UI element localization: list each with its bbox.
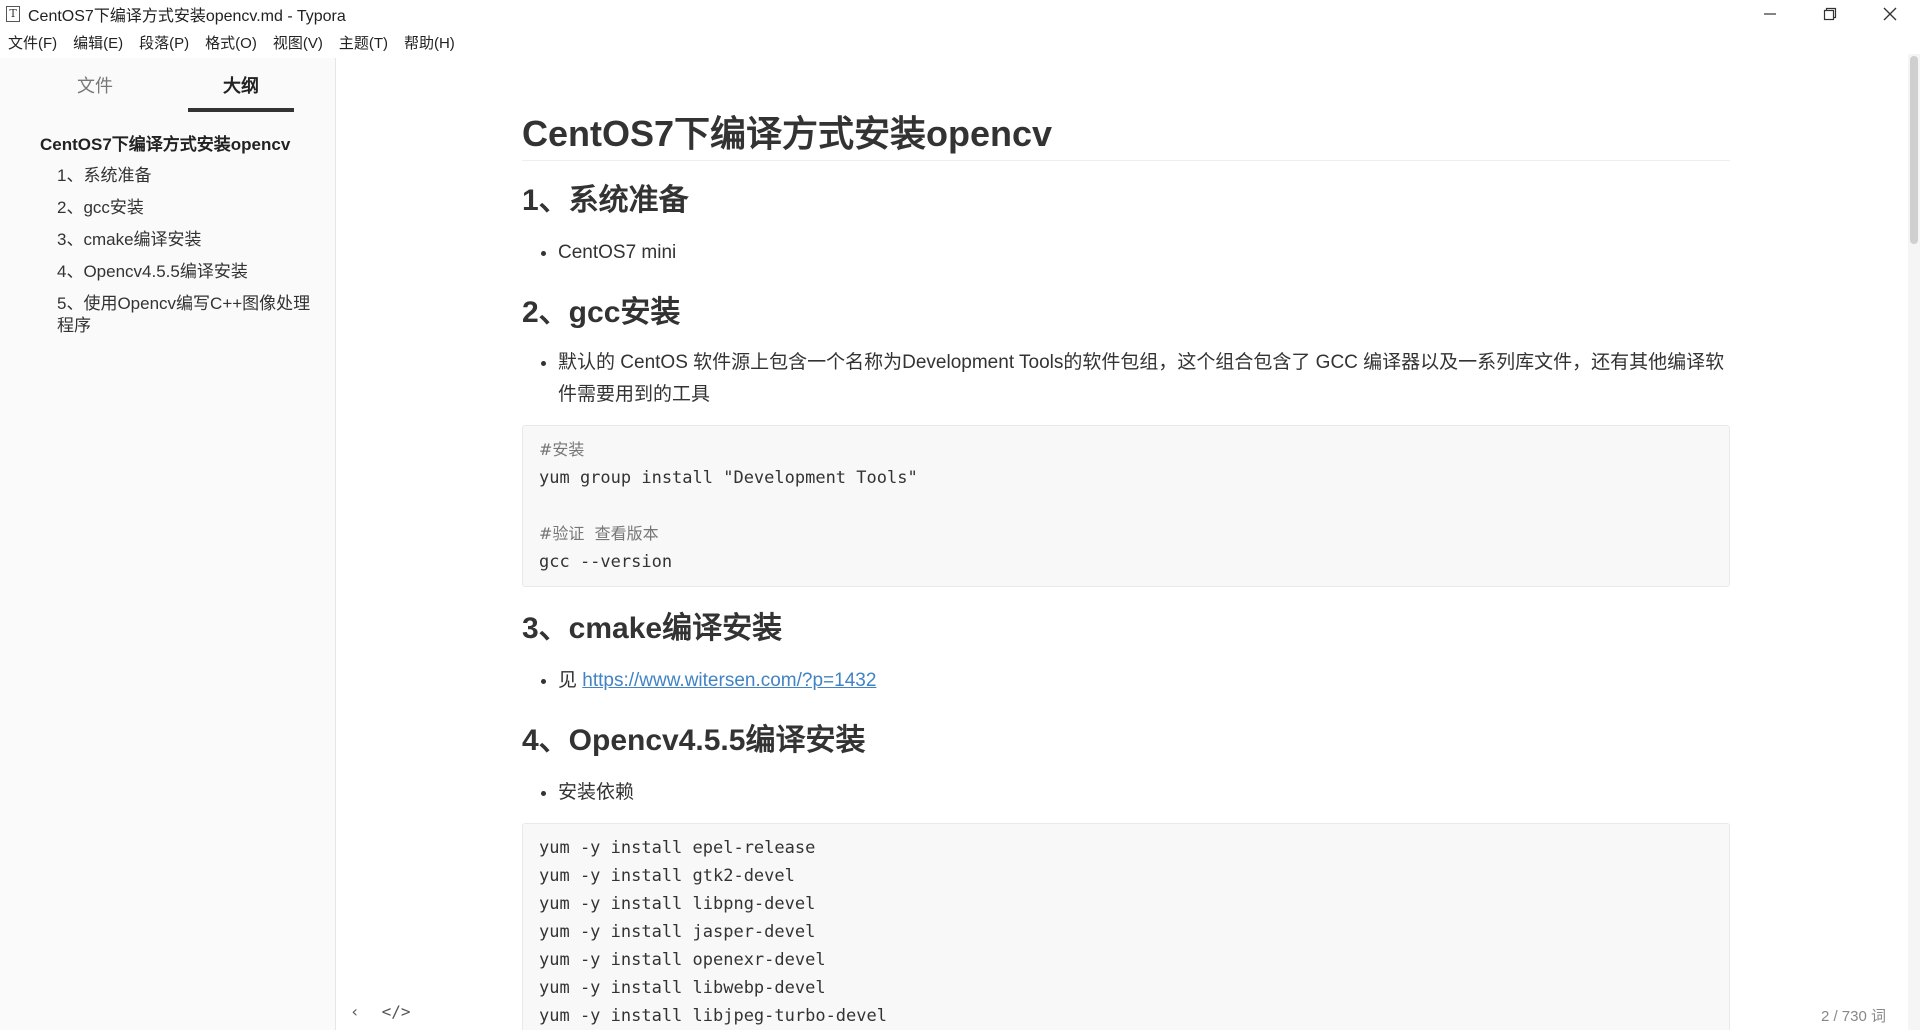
scrollbar-thumb[interactable]: [1910, 56, 1918, 244]
source-code-mode-icon[interactable]: </>: [382, 1002, 411, 1021]
menu-paragraph[interactable]: 段落(P): [139, 32, 189, 53]
code-line: yum -y install libwebp-devel: [539, 978, 826, 998]
cmake-link[interactable]: https://www.witersen.com/?p=1432: [582, 670, 876, 691]
code-block-gcc[interactable]: #安装 yum group install "Development Tools…: [522, 425, 1730, 587]
outline-list: CentOS7下编译方式安装opencv 1、系统准备 2、gcc安装 3、cm…: [0, 114, 335, 337]
code-line: #安装: [539, 440, 585, 459]
footer-controls: ‹ </>: [350, 1002, 433, 1021]
outline-item-gcc[interactable]: 2、gcc安装: [0, 197, 320, 219]
menu-bar: 文件(F) 编辑(E) 段落(P) 格式(O) 视图(V) 主题(T) 帮助(H…: [0, 30, 1920, 54]
minimize-button[interactable]: [1740, 0, 1800, 28]
minimize-icon: [1764, 13, 1776, 15]
outline-item-cpp-program[interactable]: 5、使用Opencv编写C++图像处理程序: [0, 293, 320, 337]
close-icon: [1883, 7, 1897, 21]
window-controls: [1740, 0, 1920, 28]
sidebar: 文件 大纲 CentOS7下编译方式安装opencv 1、系统准备 2、gcc安…: [0, 58, 336, 1030]
outline-item-system-prep[interactable]: 1、系统准备: [0, 165, 320, 187]
restore-button[interactable]: [1800, 0, 1860, 28]
heading-cmake: 3、cmake编译安装: [522, 612, 783, 645]
list-item: 见 https://www.witersen.com/?p=1432: [558, 665, 1730, 697]
code-line: yum -y install libpng-devel: [539, 894, 816, 914]
restore-icon: [1823, 7, 1837, 21]
heading-opencv: 4、Opencv4.5.5编译安装: [522, 724, 866, 757]
tab-files[interactable]: 文件: [42, 72, 148, 108]
document-title: CentOS7下编译方式安装opencv: [522, 110, 1730, 161]
close-button[interactable]: [1860, 0, 1920, 28]
outline-item-opencv[interactable]: 4、Opencv4.5.5编译安装: [0, 261, 320, 283]
toggle-sidebar-icon[interactable]: ‹: [350, 1002, 360, 1021]
editor-area[interactable]: CentOS7下编译方式安装opencv 1、系统准备 CentOS7 mini…: [337, 58, 1920, 1030]
heading-system-prep: 1、系统准备: [522, 184, 689, 217]
list-item: 安装依赖: [558, 777, 1730, 809]
list-item: 默认的 CentOS 软件源上包含一个名称为Development Tools的…: [558, 347, 1730, 411]
code-line: yum group install "Development Tools": [539, 468, 918, 488]
word-count[interactable]: 2 / 730 词: [1821, 1005, 1886, 1026]
code-line: #验证 查看版本: [539, 524, 659, 543]
sidebar-tabs: 文件 大纲: [0, 58, 335, 114]
typora-app-icon: T: [6, 6, 20, 22]
menu-themes[interactable]: 主题(T): [339, 32, 388, 53]
list-item: CentOS7 mini: [558, 237, 1730, 269]
menu-format[interactable]: 格式(O): [205, 32, 257, 53]
code-line: yum -y install jasper-devel: [539, 922, 816, 942]
code-line: yum -y install epel-release: [539, 838, 816, 858]
system-prep-list: CentOS7 mini: [522, 237, 1730, 269]
document-content[interactable]: CentOS7下编译方式安装opencv 1、系统准备 CentOS7 mini…: [522, 110, 1730, 1030]
code-block-deps[interactable]: yum -y install epel-release yum -y insta…: [522, 823, 1730, 1030]
menu-file[interactable]: 文件(F): [8, 32, 57, 53]
title-bar: T CentOS7下编译方式安装opencv.md - Typora: [0, 0, 1920, 28]
opencv-list: 安装依赖: [522, 777, 1730, 809]
outline-item-cmake[interactable]: 3、cmake编译安装: [0, 229, 320, 251]
code-line: gcc --version: [539, 552, 673, 572]
tab-outline[interactable]: 大纲: [188, 72, 294, 112]
menu-view[interactable]: 视图(V): [273, 32, 323, 53]
heading-gcc: 2、gcc安装: [522, 296, 681, 329]
outline-item-title[interactable]: CentOS7下编译方式安装opencv: [0, 134, 335, 156]
menu-edit[interactable]: 编辑(E): [73, 32, 123, 53]
window-title: CentOS7下编译方式安装opencv.md - Typora: [28, 8, 346, 25]
code-line: yum -y install gtk2-devel: [539, 866, 795, 886]
code-line: yum -y install libjpeg-turbo-devel: [539, 1006, 887, 1026]
code-line: yum -y install openexr-devel: [539, 950, 826, 970]
gcc-list: 默认的 CentOS 软件源上包含一个名称为Development Tools的…: [522, 347, 1730, 411]
menu-help[interactable]: 帮助(H): [404, 32, 455, 53]
cmake-list: 见 https://www.witersen.com/?p=1432: [522, 665, 1730, 697]
bullet-prefix: 见: [558, 670, 583, 691]
